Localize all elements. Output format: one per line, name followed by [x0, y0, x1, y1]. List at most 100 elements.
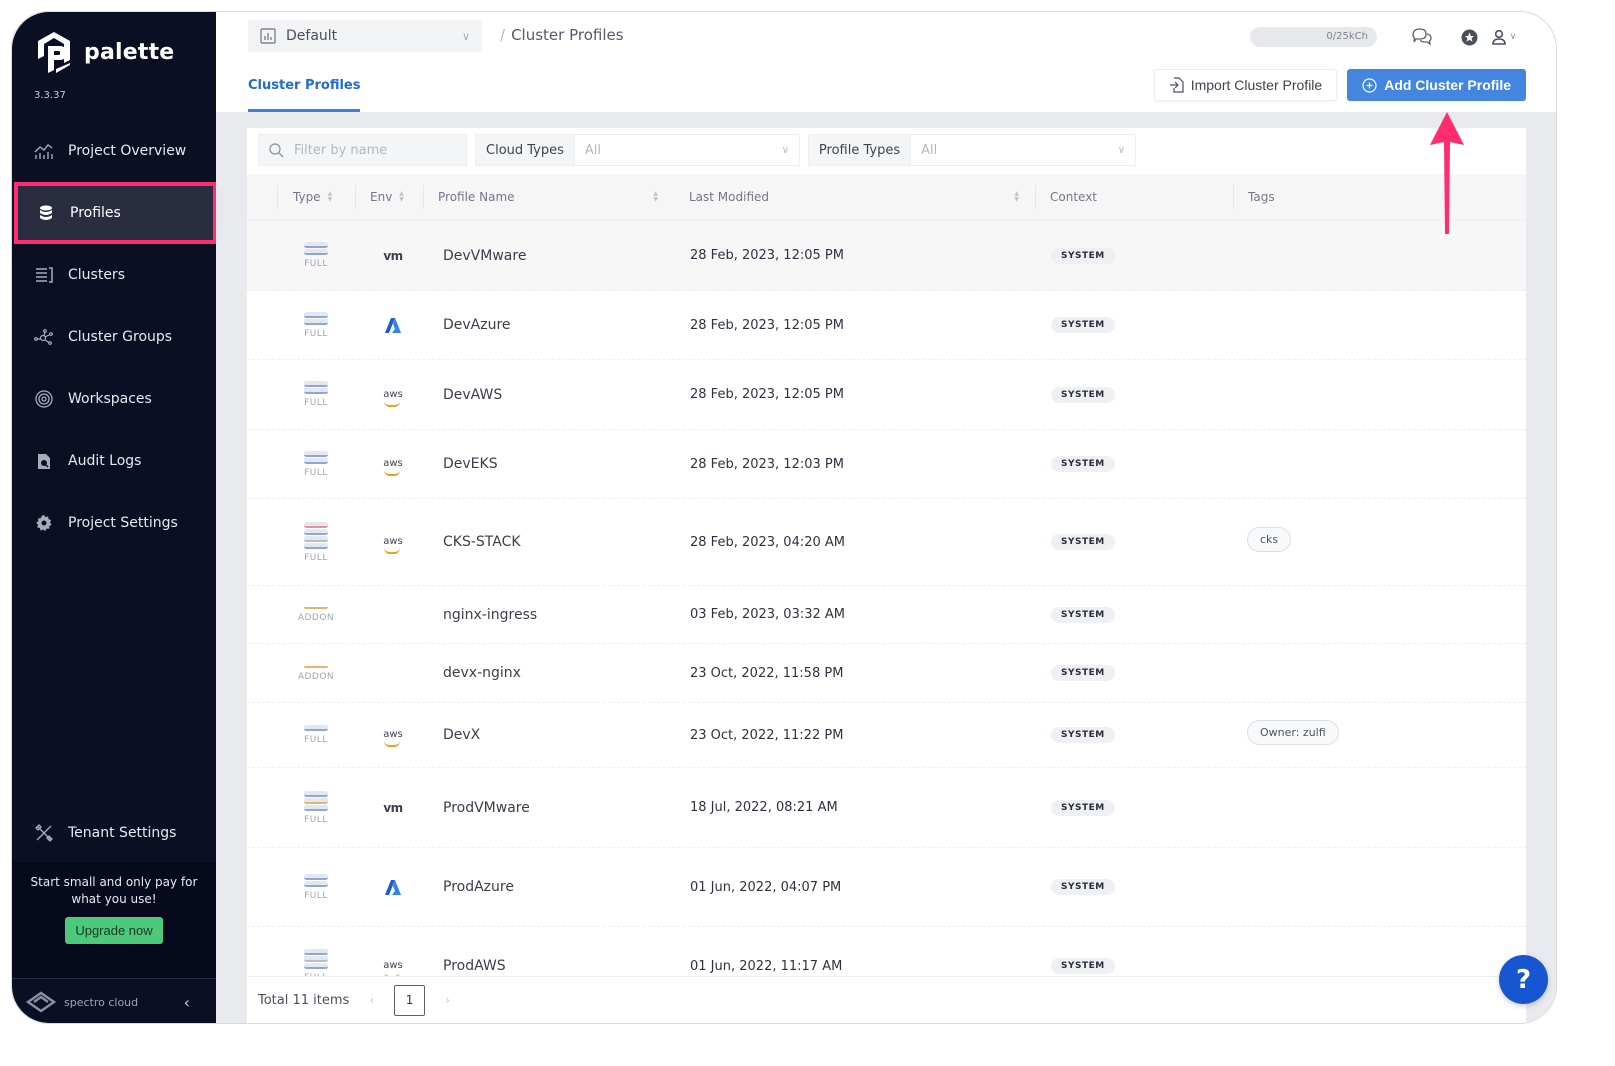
last-modified: 28 Feb, 2023, 12:03 PM — [690, 456, 844, 472]
table-row[interactable]: FULL aws ProdAWS 01 Jun, 2022, 11:17 AM SYST… — [247, 927, 1526, 976]
table-row[interactable]: FULL vm DevVMware 28 Feb, 2023, 12:05 PM SYS… — [247, 221, 1526, 291]
sidebar-item-workspaces[interactable]: Workspaces — [12, 368, 216, 430]
type-label: FULL — [304, 814, 328, 825]
type-label: ADDON — [297, 671, 335, 682]
cloud-types-select[interactable]: All ∨ — [574, 135, 799, 165]
full-stack-icon — [304, 873, 328, 887]
tab-cluster-profiles[interactable]: Cluster Profiles — [248, 78, 361, 112]
profile-name[interactable]: ProdAzure — [423, 848, 674, 926]
import-file-icon — [1169, 77, 1184, 93]
table-row[interactable]: FULL aws DevX 23 Oct, 2022, 11:22 PM SYSTEM O… — [247, 703, 1526, 768]
type-cell: FULL — [247, 768, 355, 847]
sidebar-item-project-overview[interactable]: Project Overview — [12, 120, 216, 182]
azure-icon — [385, 317, 401, 333]
context-cell: SYSTEM — [1035, 360, 1233, 429]
cloud-types-value: All — [584, 142, 602, 158]
profile-name[interactable]: devx-nginx — [423, 644, 674, 702]
column-header-last-modified[interactable]: Last Modified ▲ ▼ — [674, 174, 1035, 220]
aws-icon: aws — [383, 536, 403, 554]
last-modified: 01 Jun, 2022, 04:07 PM — [690, 879, 842, 895]
add-cluster-profile-button[interactable]: Add Cluster Profile — [1347, 69, 1526, 101]
sort-icon[interactable]: ▲ ▼ — [653, 191, 658, 203]
sort-icon[interactable]: ▲ ▼ — [328, 191, 333, 203]
table-row[interactable]: FULL ProdAzure 01 Jun, 2022, 04:07 PM SYSTE… — [247, 848, 1526, 927]
context-badge: SYSTEM — [1051, 799, 1115, 816]
column-header-type[interactable]: Type ▲ ▼ — [247, 174, 355, 220]
sort-icon[interactable]: ▲ ▼ — [1014, 191, 1019, 203]
last-modified: 01 Jun, 2022, 11:17 AM — [690, 958, 843, 974]
table-row[interactable]: FULL aws CKS-STACK 28 Feb, 2023, 04:20 AM SY… — [247, 499, 1526, 586]
last-modified: 23 Oct, 2022, 11:58 PM — [690, 665, 844, 681]
context-badge: SYSTEM — [1051, 317, 1115, 333]
profile-name[interactable]: DevAzure — [423, 291, 674, 359]
cloud-types-filter[interactable]: Cloud Types All ∨ — [475, 134, 800, 166]
palette-logo-icon — [38, 32, 70, 73]
tag-chip: cks — [1247, 526, 1292, 552]
cloud-types-label: Cloud Types — [476, 135, 575, 165]
page-number-button[interactable]: 1 — [394, 984, 426, 1016]
next-page-button[interactable]: › — [437, 993, 458, 1007]
table-row[interactable]: FULL DevAzure 28 Feb, 2023, 12:05 PM SYSTEM — [247, 291, 1526, 360]
profile-name[interactable]: DevEKS — [423, 430, 674, 498]
type-cell: FULL — [247, 430, 355, 498]
tags-cell — [1233, 221, 1526, 290]
app-name: palette — [84, 39, 175, 65]
sidebar-item-label: Project Overview — [68, 143, 187, 159]
project-selector[interactable]: Default ∨ — [248, 20, 482, 52]
profile-name[interactable]: nginx-ingress — [423, 586, 674, 643]
profile-name[interactable]: ProdAWS — [423, 927, 674, 976]
upgrade-now-button[interactable]: Upgrade now — [65, 917, 163, 944]
profile-types-select[interactable]: All ∨ — [911, 135, 1136, 165]
sidebar-item-label: Workspaces — [68, 391, 152, 407]
profile-name[interactable]: DevAWS — [423, 360, 674, 429]
gear-icon — [34, 514, 53, 533]
sidebar-item-profiles[interactable]: Profiles — [14, 182, 217, 244]
prev-page-button[interactable]: ‹ — [361, 993, 382, 1007]
filter-by-name-input[interactable] — [294, 142, 454, 158]
sidebar-item-label: Tenant Settings — [68, 825, 177, 841]
table-row[interactable]: ADDON devx-nginx 23 Oct, 2022, 11:58 PM SYS… — [247, 644, 1526, 703]
chat-icon[interactable] — [1411, 26, 1433, 48]
context-cell: SYSTEM — [1035, 768, 1233, 847]
user-menu[interactable]: ∨ — [1488, 26, 1520, 48]
profile-name[interactable]: ProdVMware — [423, 768, 674, 847]
sidebar-item-clusters[interactable]: Clusters — [12, 244, 216, 306]
table-row[interactable]: FULL vm ProdVMware 18 Jul, 2022, 08:21 AM SY… — [247, 768, 1526, 848]
vmware-icon: vm — [383, 248, 403, 263]
sidebar-item-project-settings[interactable]: Project Settings — [12, 492, 216, 554]
import-cluster-profile-button[interactable]: Import Cluster Profile — [1153, 69, 1338, 101]
context-badge: SYSTEM — [1051, 386, 1115, 403]
env-cell: aws — [355, 499, 423, 585]
type-label: ADDON — [297, 613, 335, 623]
star-badge-icon[interactable] — [1458, 26, 1480, 48]
sidebar-item-label: Cluster Groups — [68, 329, 173, 345]
sort-icon[interactable]: ▲ ▼ — [399, 191, 404, 203]
profile-name[interactable]: CKS-STACK — [423, 499, 674, 585]
sidebar-nav: Project Overview Profiles Clusters Clust… — [12, 120, 217, 554]
column-label: Type — [293, 190, 321, 204]
column-header-env[interactable]: Env ▲ ▼ — [355, 174, 423, 220]
table-row[interactable]: FULL aws DevAWS 28 Feb, 2023, 12:05 PM SYSTE… — [247, 360, 1526, 430]
tags-cell — [1233, 586, 1526, 643]
logo[interactable]: palette — [34, 30, 174, 74]
column-header-profile-name[interactable]: Profile Name ▲ ▼ — [423, 174, 674, 220]
sidebar-item-cluster-groups[interactable]: Cluster Groups — [12, 306, 216, 368]
table-row[interactable]: ADDON nginx-ingress 03 Feb, 2023, 03:32 AM… — [247, 586, 1526, 644]
credits-usage-bar: 0/25kCh — [1250, 27, 1377, 47]
context-badge: SYSTEM — [1051, 456, 1115, 472]
sidebar-item-audit-logs[interactable]: Audit Logs — [12, 430, 216, 492]
tags-cell — [1233, 848, 1526, 926]
sidebar-item-tenant-settings[interactable]: Tenant Settings — [12, 802, 216, 864]
profile-types-filter[interactable]: Profile Types All ∨ — [807, 134, 1137, 166]
profile-name[interactable]: DevVMware — [423, 221, 674, 290]
content-area: Cloud Types All ∨ Profile Types All ∨ Type… — [216, 112, 1556, 1023]
env-cell: vm — [355, 221, 423, 290]
tab-bar: Cluster Profiles — [248, 74, 361, 112]
env-cell: aws — [355, 360, 423, 429]
profile-name[interactable]: DevX — [423, 703, 674, 767]
full-stack-icon — [304, 725, 328, 731]
table-row[interactable]: FULL aws DevEKS 28 Feb, 2023, 12:03 PM SYSTE… — [247, 430, 1526, 499]
help-button[interactable]: ? — [1499, 955, 1548, 1004]
collapse-sidebar-icon[interactable]: ‹ — [184, 993, 190, 1012]
tags-cell: cks — [1233, 499, 1526, 585]
